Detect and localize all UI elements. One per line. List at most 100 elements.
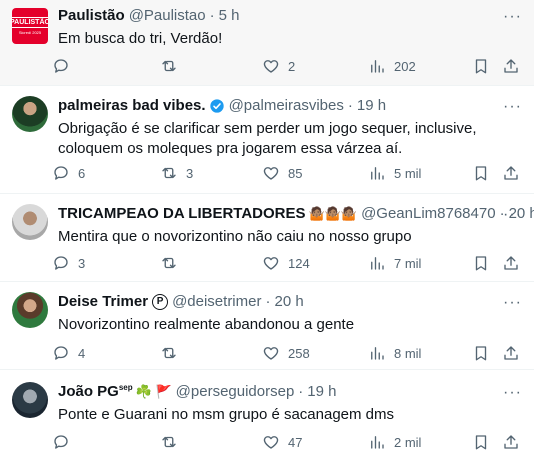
retweet-button[interactable] <box>160 344 186 362</box>
like-button[interactable]: 85 <box>262 164 302 182</box>
retweet-button[interactable]: 3 <box>160 164 193 182</box>
like-button[interactable]: 2 <box>262 57 295 75</box>
timestamp[interactable]: 5 h <box>219 6 240 26</box>
author-name[interactable]: João PG <box>58 382 119 402</box>
reply-count: 4 <box>78 345 86 361</box>
separator-dot: · <box>298 383 304 400</box>
separator-dot: · <box>209 7 215 24</box>
avatar-logo-sub: Sicredi 2025 <box>18 30 42 35</box>
views-button[interactable]: 2 mil <box>368 433 421 451</box>
bookmark-icon <box>475 166 487 181</box>
author-handle[interactable]: @palmeirasvibes <box>229 96 344 116</box>
author-name[interactable]: Deise Trimer <box>58 292 148 312</box>
views-chart-icon <box>371 347 384 360</box>
reply-button[interactable]: 3 <box>52 254 85 272</box>
author-handle[interactable]: @perseguidorsep <box>176 382 295 402</box>
share-button[interactable] <box>502 254 520 272</box>
avatar[interactable] <box>12 292 48 328</box>
share-button[interactable] <box>502 433 520 451</box>
reply-button[interactable]: 6 <box>52 164 85 182</box>
retweet-icon <box>162 347 176 359</box>
more-options-icon[interactable]: ··· <box>503 98 522 116</box>
views-count: 7 mil <box>394 255 422 271</box>
bookmark-button[interactable] <box>472 344 490 362</box>
views-button[interactable]: 8 mil <box>368 344 421 362</box>
like-button[interactable]: 258 <box>262 344 310 362</box>
views-count: 202 <box>394 58 416 74</box>
heart-icon <box>263 167 279 180</box>
share-button[interactable] <box>502 57 520 75</box>
like-button[interactable]: 124 <box>262 254 310 272</box>
more-options-icon[interactable]: ··· <box>503 8 522 26</box>
views-button[interactable]: 202 <box>368 57 416 75</box>
tweet-item[interactable]: João PG sep ☘️ 🚩 @perseguidorsep · 19 h … <box>0 370 534 453</box>
separator-dot: · <box>347 97 353 114</box>
retweet-count: 3 <box>186 165 194 181</box>
bookmark-button[interactable] <box>472 164 490 182</box>
avatar[interactable]: PAULISTÃO Sicredi 2025 <box>12 8 48 44</box>
share-button[interactable] <box>502 344 520 362</box>
heart-icon <box>263 257 279 270</box>
share-icon <box>504 435 518 449</box>
more-options-icon[interactable]: ··· <box>503 294 522 312</box>
like-count: 124 <box>288 255 310 271</box>
name-emojis: ☘️ 🚩 <box>135 384 172 399</box>
bookmark-button[interactable] <box>472 433 490 451</box>
avatar[interactable] <box>12 96 48 132</box>
tweet-item[interactable]: Deise Trimer P @deisetrimer · 20 h Novor… <box>0 282 534 370</box>
avatar-logo-text: PAULISTÃO <box>12 17 48 28</box>
reply-count: 3 <box>78 255 86 271</box>
like-button[interactable]: 47 <box>262 433 302 451</box>
bookmark-icon <box>475 435 487 450</box>
like-count: 85 <box>288 165 303 181</box>
author-handle[interactable]: @Paulistao <box>129 6 206 26</box>
tweet-text: Obrigação é se clarificar sem perder um … <box>58 120 477 157</box>
bookmark-button[interactable] <box>472 57 490 75</box>
retweet-icon <box>162 60 176 72</box>
author-name[interactable]: Paulistão <box>58 6 125 26</box>
verified-badge-icon[interactable] <box>209 98 225 114</box>
like-count: 47 <box>288 434 303 450</box>
separator-dot: · <box>265 293 271 310</box>
views-button[interactable]: 5 mil <box>368 164 421 182</box>
bookmark-icon <box>475 256 487 271</box>
reply-icon <box>54 166 68 180</box>
avatar[interactable] <box>12 382 48 418</box>
retweet-icon <box>162 436 176 448</box>
name-emojis: 🤷🏽🤷🏽🤷🏽 <box>308 206 358 221</box>
bookmark-button[interactable] <box>472 254 490 272</box>
timestamp[interactable]: 20 h <box>274 292 303 312</box>
retweet-button[interactable] <box>160 254 186 272</box>
views-button[interactable]: 7 mil <box>368 254 421 272</box>
reply-icon <box>54 59 68 73</box>
share-icon <box>504 346 518 360</box>
timestamp[interactable]: 19 h <box>357 96 386 116</box>
reply-button[interactable] <box>52 433 78 451</box>
tweet-item[interactable]: palmeiras bad vibes. @palmeirasvibes · 1… <box>0 86 534 194</box>
retweet-button[interactable] <box>160 57 186 75</box>
like-count: 2 <box>288 58 296 74</box>
author-handle[interactable]: @deisetrimer <box>172 292 261 312</box>
share-icon <box>504 59 518 73</box>
reply-button[interactable]: 4 <box>52 344 85 362</box>
tweet-item[interactable]: TRICAMPEAO DA LIBERTADORES 🤷🏽🤷🏽🤷🏽 @GeanL… <box>0 194 534 282</box>
author-handle[interactable]: @GeanLim8768470 <box>361 204 496 224</box>
author-name[interactable]: palmeiras bad vibes. <box>58 96 206 116</box>
share-button[interactable] <box>502 164 520 182</box>
more-options-icon[interactable]: ··· <box>503 384 522 402</box>
retweet-button[interactable] <box>160 433 186 451</box>
bookmark-icon <box>475 59 487 74</box>
views-chart-icon <box>371 436 384 449</box>
tweet-text: Ponte e Guarani no msm grupo é sacanagem… <box>58 406 395 423</box>
tweet-text: Mentira que o novorizontino não caiu no … <box>58 228 412 245</box>
views-chart-icon <box>371 60 384 73</box>
views-chart-icon <box>371 257 384 270</box>
avatar[interactable] <box>12 204 48 240</box>
reply-button[interactable] <box>52 57 78 75</box>
author-name[interactable]: TRICAMPEAO DA LIBERTADORES <box>58 204 306 224</box>
tweet-text: Novorizontino realmente abandonou a gent… <box>58 316 355 333</box>
tweet-item[interactable]: PAULISTÃO Sicredi 2025 Paulistão @Paulis… <box>0 0 534 86</box>
more-options-icon[interactable]: ··· <box>503 206 522 224</box>
name-superscript: sep <box>118 383 133 392</box>
timestamp[interactable]: 19 h <box>307 382 336 402</box>
